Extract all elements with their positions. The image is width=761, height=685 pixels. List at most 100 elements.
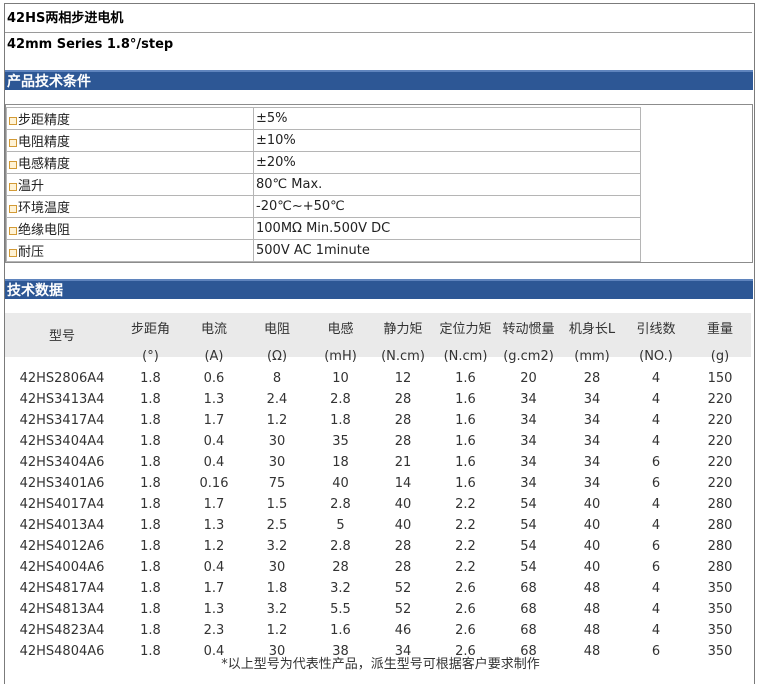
- data-cell: 350: [707, 602, 733, 617]
- table-row: 42HS4004A6 1.8 0.4 30 28 28 2.2 54 40 6 280: [6, 557, 752, 578]
- spec-row: 环境温度 -20℃~+50℃: [6, 195, 641, 218]
- data-cell: 1.8: [140, 539, 161, 554]
- column-header: 引线数: [636, 321, 676, 337]
- column-unit: (°): [142, 349, 159, 364]
- spec-label-cell: 温升: [6, 173, 254, 196]
- data-cell: 68: [520, 623, 537, 638]
- page-title: 42HS两相步进电机: [5, 4, 752, 33]
- data-cell: 1.7: [203, 413, 225, 428]
- data-cell: 75: [268, 476, 286, 491]
- table-row: 42HS4817A4 1.8 1.7 1.8 3.2 52 2.6 68 48 4 350: [6, 578, 752, 599]
- data-cell: 46: [394, 623, 412, 638]
- data-cell: 1.6: [455, 455, 476, 470]
- spec-label-cell: 电阻精度: [6, 129, 254, 152]
- data-cell: 8: [272, 371, 282, 386]
- column-unit: (N.cm): [381, 349, 425, 364]
- data-cell: 48: [583, 623, 601, 638]
- spec-label: 电阻精度: [18, 135, 71, 150]
- data-cell: 0.16: [199, 476, 229, 491]
- data-cell: 54: [520, 539, 537, 554]
- column-unit: (g.cm2): [503, 349, 554, 364]
- data-cell: 1.6: [455, 476, 476, 491]
- model-cell: 42HS4017A4: [19, 497, 105, 512]
- data-cell: 1.3: [203, 602, 225, 617]
- data-cell: 1.8: [140, 455, 161, 470]
- data-cell: 54: [520, 518, 537, 533]
- spec-value: -20℃~+50℃: [253, 195, 641, 218]
- data-cell: 40: [394, 497, 412, 512]
- spec-label-cell: 耐压: [6, 239, 254, 262]
- data-cell: 2.2: [455, 539, 476, 554]
- data-cell: 28: [394, 560, 412, 575]
- data-cell: 1.2: [266, 413, 288, 428]
- table-row: 42HS4813A4 1.8 1.3 3.2 5.5 52 2.6 68 48 4 350: [6, 599, 752, 620]
- data-cell: 220: [707, 413, 733, 428]
- data-cell: 30: [268, 434, 286, 449]
- data-cell: 14: [394, 476, 412, 491]
- column-unit: (Ω): [266, 349, 288, 364]
- data-cell: 1.6: [455, 371, 476, 386]
- column-header: 电阻: [263, 321, 290, 337]
- column-header: 电感: [327, 321, 354, 337]
- footnote: *以上型号为代表性产品，派生型号可根据客户要求制作: [221, 657, 540, 672]
- data-cell: 350: [707, 581, 733, 596]
- data-cell: 3.2: [266, 602, 288, 617]
- data-cell: 280: [707, 539, 733, 554]
- bullet-square-icon: [9, 138, 17, 147]
- data-cell: 18: [332, 455, 349, 470]
- data-cell: 34: [583, 455, 601, 470]
- data-cell: 34: [520, 476, 537, 491]
- data-cell: 1.8: [140, 518, 161, 533]
- data-cell: 4: [651, 497, 661, 512]
- data-cell: 40: [394, 518, 412, 533]
- data-cell: 2.2: [455, 560, 476, 575]
- data-cell: 1.6: [330, 623, 351, 638]
- data-cell: 2.2: [455, 518, 476, 533]
- column-header: 定位力矩: [439, 321, 492, 337]
- model-cell: 42HS4004A6: [19, 560, 105, 575]
- data-cell: 40: [332, 476, 349, 491]
- model-cell: 42HS4813A4: [19, 602, 105, 617]
- data-cell: 40: [583, 560, 601, 575]
- data-cell: 2.4: [266, 392, 288, 407]
- data-cell: 30: [268, 455, 286, 470]
- data-cell: 54: [520, 560, 537, 575]
- spec-label: 步距精度: [18, 113, 71, 128]
- data-cell: 3.2: [330, 581, 351, 596]
- spec-value: 500V AC 1minute: [253, 239, 641, 262]
- column-unit: (A): [204, 349, 224, 364]
- data-cell: 2.3: [203, 623, 225, 638]
- data-cell: 1.3: [203, 392, 225, 407]
- data-cell: 48: [583, 581, 601, 596]
- column-unit: (N.cm): [443, 349, 488, 364]
- data-section-header: 技术数据: [5, 279, 753, 299]
- data-cell: 0.4: [203, 434, 225, 449]
- data-cell: 1.6: [455, 434, 476, 449]
- model-cell: 42HS4823A4: [19, 623, 105, 638]
- bullet-square-icon: [9, 160, 17, 169]
- column-header: 重量: [706, 321, 733, 337]
- data-cell: 1.8: [140, 476, 161, 491]
- data-cell: 28: [394, 392, 412, 407]
- column-header: 型号: [48, 329, 75, 344]
- column-header: 电流: [200, 321, 227, 337]
- model-cell: 42HS4817A4: [19, 581, 105, 596]
- data-cell: 1.8: [140, 560, 161, 575]
- data-cell: 1.7: [203, 497, 225, 512]
- data-cell: 34: [583, 476, 601, 491]
- data-cell: 280: [707, 560, 733, 575]
- spec-row: 步距精度 ±5%: [6, 107, 641, 130]
- spec-section-header: 产品技术条件: [5, 70, 753, 90]
- column-unit: (mm): [574, 349, 610, 364]
- data-cell: 1.8: [140, 497, 161, 512]
- data-cell: 220: [707, 434, 733, 449]
- spec-label-cell: 绝缘电阻: [6, 217, 254, 240]
- data-cell: 6: [651, 560, 661, 575]
- data-cell: 280: [707, 518, 733, 533]
- data-cell: 28: [583, 371, 601, 386]
- data-cell: 4: [651, 434, 661, 449]
- data-cell: 6: [651, 476, 661, 491]
- spec-table: 步距精度 ±5% 电阻精度 ±10% 电感精度 ±20% 温升 80℃ Max. 环境温度 -20…: [6, 107, 641, 262]
- data-cell: 52: [394, 581, 412, 596]
- data-cell: 2.5: [266, 518, 288, 533]
